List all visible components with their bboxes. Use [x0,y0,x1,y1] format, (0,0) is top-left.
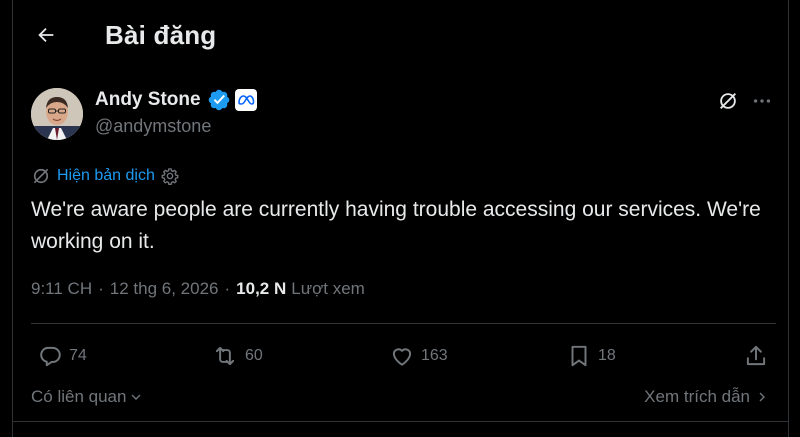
arrow-left-icon [38,27,54,43]
grok-button[interactable] [714,87,742,115]
related-label: Có liên quan [31,387,127,406]
action-bar: 74 60 163 18 [31,338,776,374]
bookmark-count: 18 [598,347,616,364]
separator: · [98,279,104,298]
share-button[interactable] [743,338,769,374]
chevron-down-icon [131,394,141,400]
more-options-button[interactable] [748,87,776,115]
divider [13,421,788,422]
tweet-meta-row: 9:11 CH · 12 thg 6, 2026 · 10,2 N Lượt x… [31,276,365,302]
post-view: Bài đăng Andy Stone @andymstone Hiện bản… [0,0,800,437]
meta-logo-icon [235,89,257,111]
tweet-time[interactable]: 9:11 CH [31,279,92,299]
separator: · [224,279,231,298]
show-translation-link[interactable]: Hiện bản dịch [57,167,155,185]
author-name[interactable]: Andy Stone [95,89,201,111]
view-quotes-link[interactable]: Xem trích dẫn [644,384,770,410]
repost-button[interactable]: 60 [211,338,263,374]
gear-icon [161,168,179,185]
quotes-label: Xem trích dẫn [644,387,750,406]
column-border-right [788,0,789,437]
repost-count: 60 [245,347,263,364]
bookmark-icon [571,345,587,367]
like-button[interactable]: 163 [389,338,448,374]
page-header: Bài đăng [13,0,788,74]
views-label: Lượt xem [291,279,365,298]
divider [31,323,776,324]
like-count: 163 [421,347,448,364]
author-handle[interactable]: @andymstone [95,116,211,137]
avatar[interactable] [31,88,83,140]
views-count: 10,2 N [236,279,287,298]
grok-icon [720,93,736,109]
reply-count: 74 [69,347,87,364]
reply-icon [40,346,61,367]
related-dropdown[interactable]: Có liên quan [31,384,144,410]
more-icon [753,99,771,103]
tweet-text: We're aware people are currently having … [31,198,761,253]
share-icon [746,345,766,366]
chevron-right-icon [759,392,765,402]
repost-icon [215,346,235,366]
translate-row: Hiện bản dịch [31,164,179,188]
like-icon [392,348,412,366]
translation-settings-button[interactable] [161,167,179,185]
back-button[interactable] [31,20,61,50]
tweet-date[interactable]: 12 thg 6, 2026 [110,279,219,299]
verified-badge-icon [208,89,230,111]
reply-button[interactable]: 74 [37,338,87,374]
translate-icon [33,168,49,184]
page-title: Bài đăng [105,20,217,50]
bookmark-button[interactable]: 18 [566,338,616,374]
